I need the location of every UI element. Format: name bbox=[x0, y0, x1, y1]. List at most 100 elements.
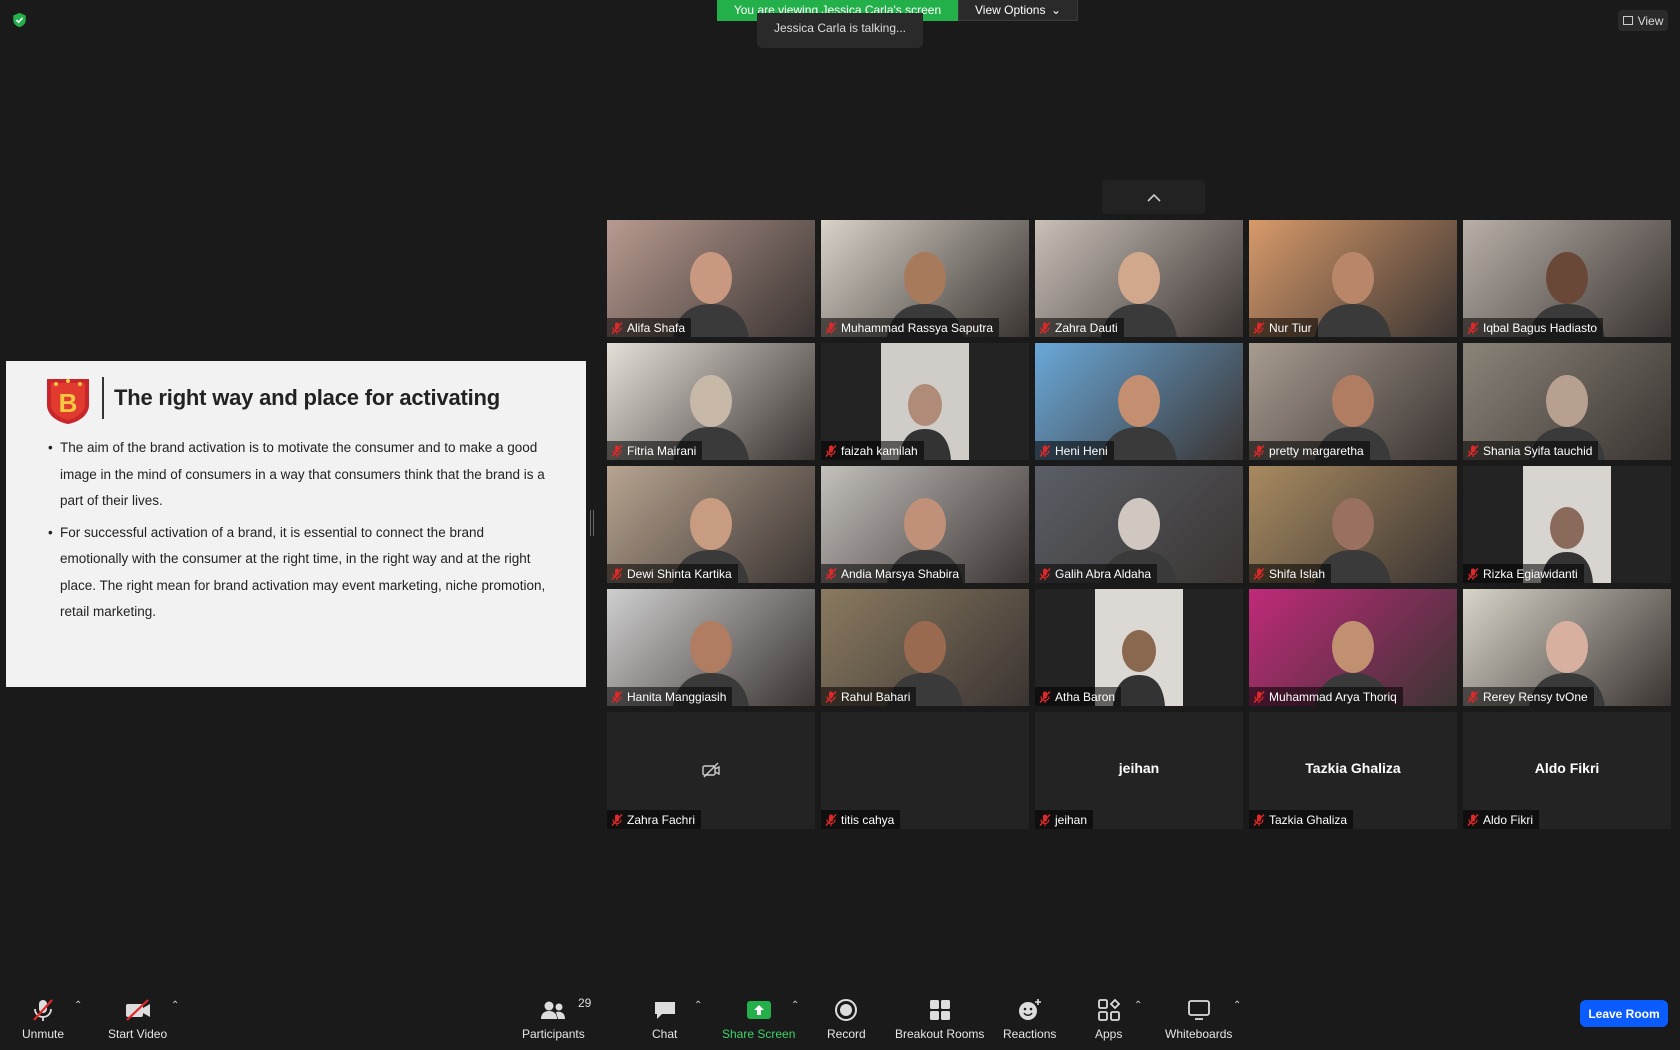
participant-tile[interactable]: Galih Abra Aldaha bbox=[1035, 466, 1243, 583]
record-icon bbox=[835, 999, 858, 1021]
participant-tile[interactable]: Andia Marsya Shabira bbox=[821, 466, 1029, 583]
reactions-label: Reactions bbox=[1003, 1027, 1057, 1041]
participant-tile[interactable]: Alifa Shafa bbox=[607, 220, 815, 337]
share-screen-label: Share Screen bbox=[722, 1027, 796, 1041]
participant-name-bar: Dewi Shinta Kartika bbox=[607, 564, 738, 583]
breakout-rooms-icon bbox=[929, 1000, 950, 1020]
share-screen-button[interactable]: Share Screen bbox=[722, 996, 795, 1041]
participant-name: Zahra Fachri bbox=[627, 812, 696, 827]
participant-tile[interactable]: Rerey Rensy tvOne bbox=[1463, 589, 1671, 706]
mic-muted-icon bbox=[825, 690, 837, 703]
participant-tile[interactable]: Hanita Manggiasih bbox=[607, 589, 815, 706]
participant-name: Shifa Islah bbox=[1269, 566, 1326, 581]
audio-options-caret[interactable]: ⌃ bbox=[74, 1000, 82, 1011]
whiteboards-button[interactable]: Whiteboards bbox=[1165, 996, 1232, 1041]
apps-button[interactable]: Apps bbox=[1095, 996, 1122, 1041]
participant-tile[interactable]: Muhammad Rassya Saputra bbox=[821, 220, 1029, 337]
whiteboard-icon bbox=[1187, 1000, 1210, 1020]
participant-display-name: Aldo Fikri bbox=[1534, 760, 1600, 776]
title-divider bbox=[102, 377, 104, 419]
participant-name-bar: Atha Baron bbox=[1035, 687, 1122, 706]
participant-tile[interactable]: Fitria Mairani bbox=[607, 343, 815, 460]
participant-name-bar: Galih Abra Aldaha bbox=[1035, 564, 1158, 583]
participant-tile[interactable]: Nur Tiur bbox=[1249, 220, 1457, 337]
view-options-button[interactable]: View Options ⌄ bbox=[958, 0, 1078, 21]
participant-tile[interactable]: Rizka Egiawidanti bbox=[1463, 466, 1671, 583]
security-shield-icon[interactable] bbox=[12, 12, 27, 28]
participant-name-bar: Rizka Egiawidanti bbox=[1463, 564, 1584, 583]
mic-muted-icon bbox=[1467, 321, 1479, 334]
participant-tile[interactable]: Shifa Islah bbox=[1249, 466, 1457, 583]
participant-name-bar: pretty margaretha bbox=[1249, 441, 1370, 460]
participant-name: Hanita Manggiasih bbox=[627, 689, 727, 704]
mic-muted-icon bbox=[1253, 813, 1265, 826]
participant-name: faizah kamilah bbox=[841, 443, 918, 458]
unmute-button[interactable]: Unmute bbox=[22, 996, 64, 1041]
mic-muted-icon bbox=[1253, 444, 1265, 457]
reactions-smiley-icon bbox=[1018, 999, 1041, 1020]
participant-name: Alifa Shafa bbox=[627, 320, 686, 335]
participant-tile[interactable]: Tazkia Ghaliza Tazkia Ghaliza bbox=[1249, 712, 1457, 829]
unmute-label: Unmute bbox=[22, 1027, 65, 1041]
chat-options-caret[interactable]: ⌃ bbox=[694, 1000, 702, 1011]
participant-tile[interactable]: pretty margaretha bbox=[1249, 343, 1457, 460]
participant-name: Rahul Bahari bbox=[841, 689, 911, 704]
chevron-up-icon bbox=[1146, 193, 1161, 202]
mic-muted-icon bbox=[825, 321, 837, 334]
participant-tile[interactable]: Rahul Bahari bbox=[821, 589, 1029, 706]
view-button[interactable]: View bbox=[1618, 10, 1668, 31]
apps-label: Apps bbox=[1095, 1027, 1123, 1041]
participant-tile[interactable]: Zahra Fachri bbox=[607, 712, 815, 829]
participant-name-bar: Andia Marsya Shabira bbox=[821, 564, 966, 583]
mic-muted-icon bbox=[1467, 690, 1479, 703]
record-label: Record bbox=[827, 1027, 866, 1041]
participant-name: Zahra Dauti bbox=[1055, 320, 1118, 335]
leave-room-button[interactable]: Leave Room bbox=[1580, 1000, 1668, 1027]
splitter-handle[interactable] bbox=[590, 510, 594, 536]
chat-label: Chat bbox=[652, 1027, 678, 1041]
participant-tile[interactable]: Aldo Fikri Aldo Fikri bbox=[1463, 712, 1671, 829]
participant-name-bar: Zahra Dauti bbox=[1035, 318, 1124, 337]
mic-muted-icon bbox=[825, 444, 837, 457]
participant-name: Iqbal Bagus Hadiasto bbox=[1483, 320, 1598, 335]
apps-options-caret[interactable]: ⌃ bbox=[1134, 1000, 1142, 1011]
breakout-rooms-button[interactable]: Breakout Rooms bbox=[895, 996, 984, 1041]
start-video-button[interactable]: Start Video bbox=[108, 996, 167, 1041]
participant-name-bar: Rerey Rensy tvOne bbox=[1463, 687, 1594, 706]
participant-name-bar: titis cahya bbox=[821, 810, 901, 829]
participants-button[interactable]: Participants 29 bbox=[522, 996, 591, 1041]
start-video-label: Start Video bbox=[108, 1027, 168, 1041]
whiteboards-options-caret[interactable]: ⌃ bbox=[1233, 1000, 1241, 1011]
mic-muted-icon bbox=[1467, 813, 1479, 826]
participant-tile[interactable]: Atha Baron bbox=[1035, 589, 1243, 706]
participant-tile[interactable]: Zahra Dauti bbox=[1035, 220, 1243, 337]
participant-tile[interactable]: Shania Syifa tauchid bbox=[1463, 343, 1671, 460]
breakout-rooms-label: Breakout Rooms bbox=[895, 1027, 985, 1041]
mic-muted-icon bbox=[33, 999, 53, 1021]
share-options-caret[interactable]: ⌃ bbox=[791, 1000, 799, 1011]
participant-tile[interactable]: Muhammad Arya Thoriq bbox=[1249, 589, 1457, 706]
brand-logo-shield: B bbox=[47, 379, 89, 424]
participant-tile[interactable]: jeihan jeihan bbox=[1035, 712, 1243, 829]
participant-name-bar: Heni Heni bbox=[1035, 441, 1114, 460]
chat-button[interactable]: Chat bbox=[652, 996, 677, 1041]
gallery-scroll-up-button[interactable] bbox=[1102, 180, 1205, 214]
record-button[interactable]: Record bbox=[827, 996, 866, 1041]
layout-grid-icon bbox=[1622, 16, 1633, 25]
reactions-button[interactable]: Reactions bbox=[1003, 996, 1056, 1041]
active-speaker-indicator: Jessica Carla is talking... bbox=[757, 13, 923, 48]
participant-tile[interactable]: Iqbal Bagus Hadiasto bbox=[1463, 220, 1671, 337]
mic-muted-icon bbox=[1467, 567, 1479, 580]
video-options-caret[interactable]: ⌃ bbox=[171, 1000, 179, 1011]
participant-name: Tazkia Ghaliza bbox=[1269, 812, 1348, 827]
mic-muted-icon bbox=[1253, 321, 1265, 334]
participant-tile[interactable]: faizah kamilah bbox=[821, 343, 1029, 460]
participant-tile[interactable]: Dewi Shinta Kartika bbox=[607, 466, 815, 583]
participant-display-name: Tazkia Ghaliza bbox=[1305, 760, 1401, 776]
participant-tile[interactable]: titis cahya bbox=[821, 712, 1029, 829]
shared-screen[interactable]: B The right way and place for activating… bbox=[6, 361, 586, 687]
participant-tile[interactable]: Heni Heni bbox=[1035, 343, 1243, 460]
participant-name: Rerey Rensy tvOne bbox=[1483, 689, 1588, 704]
slide-title: The right way and place for activating bbox=[114, 385, 501, 410]
mic-muted-icon bbox=[1253, 690, 1265, 703]
